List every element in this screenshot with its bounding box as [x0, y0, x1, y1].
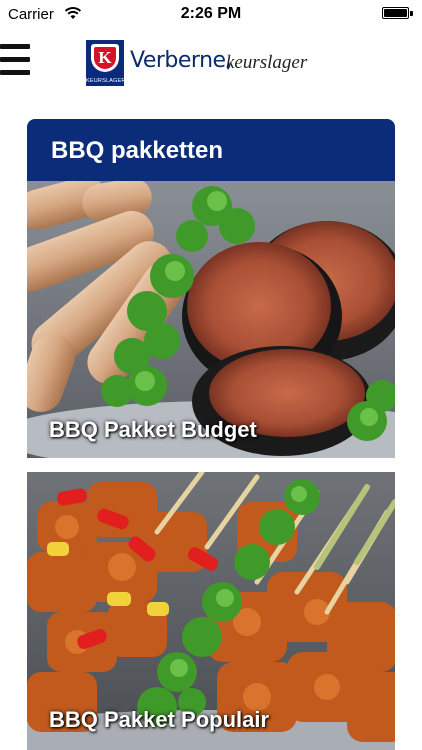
package-tile-populair[interactable]: BBQ Pakket Populair — [27, 472, 395, 750]
section-header: BBQ pakketten — [27, 119, 395, 181]
logo-letter: K — [94, 47, 116, 69]
logo-caption: KEURSLAGER — [86, 78, 126, 84]
brand-logo: K KEURSLAGER Verberne, keurslager — [86, 40, 326, 88]
brand-name: Verberne, — [130, 48, 233, 73]
hamburger-menu-icon[interactable] — [0, 44, 34, 82]
brand-tagline: keurslager — [226, 52, 308, 73]
package-label-populair: BBQ Pakket Populair — [49, 707, 270, 732]
package-tile-budget[interactable]: BBQ Pakket Budget — [27, 181, 395, 458]
status-time: 2:26 PM — [180, 5, 242, 22]
keurslager-logo-mark: K KEURSLAGER — [86, 40, 126, 86]
battery-icon — [382, 7, 414, 20]
status-bar: Carrier 2:26 PM — [0, 0, 422, 30]
package-label-budget: BBQ Pakket Budget — [49, 417, 257, 442]
section-title: BBQ pakketten — [51, 137, 224, 164]
